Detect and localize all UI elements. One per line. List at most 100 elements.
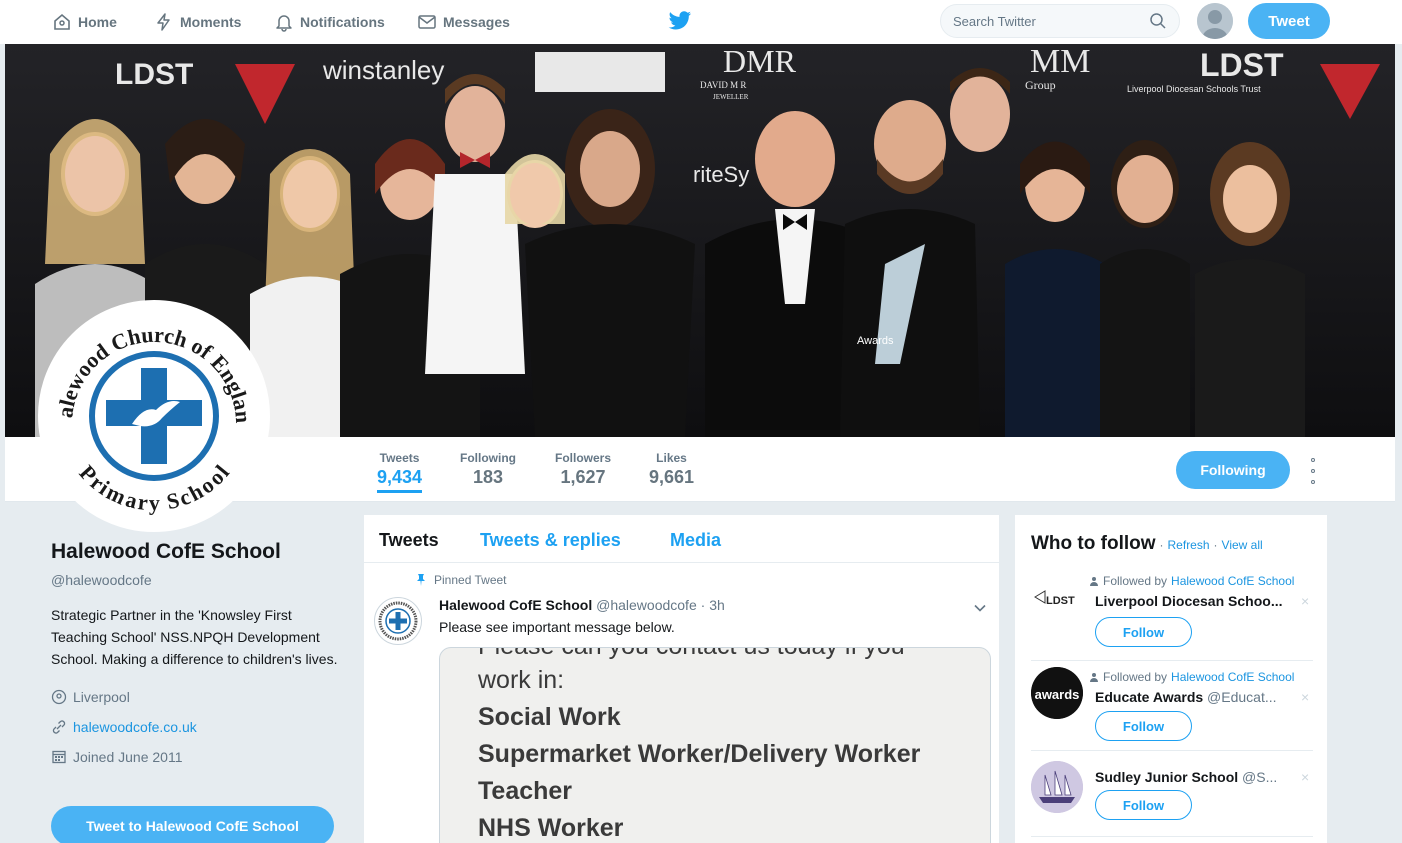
stat-likes-label: Likes [656,451,687,465]
account-avatar[interactable] [1197,3,1233,39]
tweet-timestamp[interactable]: · 3h [701,597,725,613]
nav-messages[interactable]: Messages [417,0,510,44]
nav-home[interactable]: Home [52,0,117,44]
tweet-text: Please see important message below. [439,619,675,635]
tweet-author-avatar[interactable] [374,597,422,645]
separator-dot: · [1159,538,1164,552]
who-to-follow-title: Who to follow [1031,533,1156,554]
link-icon [52,720,66,734]
who-to-follow-header: Who to follow · Refresh · View all [1031,533,1263,555]
profile-name[interactable]: Halewood CofE School [51,540,351,564]
pin-icon [417,574,425,586]
context-prefix: Followed by [1103,670,1168,684]
media-text-line: Social Work [478,703,621,731]
stat-likes[interactable]: Likes 9,661 [649,451,694,488]
search-icon[interactable] [1149,12,1167,30]
profile-card: Halewood CofE School @halewoodcofe Strat… [51,540,351,766]
tab-tweets-replies[interactable]: Tweets & replies [480,530,621,551]
profile-location: Liverpool [51,688,351,706]
separator-dot: · [1213,538,1218,552]
who-to-follow-panel: Who to follow · Refresh · View all LDST … [1014,514,1328,843]
svg-text:DMR: DMR [723,44,797,79]
suggestion-item: awards Followed by Halewood CofE School … [1031,667,1313,751]
suggestion-display-name[interactable]: Liverpool Diocesan Schoo... [1095,593,1282,609]
svg-text:awards: awards [1035,687,1080,702]
nav-messages-label: Messages [443,14,510,30]
person-icon [1090,673,1098,682]
suggestion-name[interactable]: Educate Awards @Educat... [1095,689,1305,705]
search-input[interactable] [953,13,1149,29]
tweet-header: Halewood CofE School @halewoodcofe · 3h [439,597,725,613]
profile-joined-text: Joined June 2011 [73,749,183,765]
nav-home-label: Home [78,14,117,30]
suggestion-name[interactable]: Liverpool Diocesan Schoo... [1095,593,1305,609]
tweet-to-button[interactable]: Tweet to Halewood CofE School [51,806,334,843]
view-all-link[interactable]: View all [1222,538,1263,552]
profile-avatar[interactable]: Halewood Church of England Primary Schoo… [35,286,270,532]
dismiss-icon[interactable]: × [1301,769,1309,785]
svg-text:riteSy: riteSy [693,162,749,187]
pinned-label: Pinned Tweet [416,573,507,587]
search-box[interactable] [940,4,1180,38]
educate-awards-logo: awards [1031,667,1083,719]
svg-text:Awards: Awards [857,335,894,347]
ldst-logo: LDST [1031,577,1083,629]
timeline: Tweets Tweets & replies Media Pinned Twe… [363,514,1000,843]
dismiss-icon[interactable]: × [1301,593,1309,609]
nav-moments-label: Moments [180,14,242,30]
timeline-tabs: Tweets Tweets & replies Media [364,515,999,563]
svg-text:MM: MM [1030,44,1090,80]
dismiss-icon[interactable]: × [1301,689,1309,705]
context-account[interactable]: Halewood CofE School [1171,574,1294,588]
suggestion-avatar[interactable]: awards [1031,667,1083,719]
chevron-down-icon[interactable] [973,601,987,615]
pinned-text: Pinned Tweet [434,573,507,587]
more-options-icon[interactable] [1307,458,1319,484]
suggestion-display-name[interactable]: Educate Awards [1095,689,1203,705]
media-text-line: Supermarket Worker/Delivery Worker [478,740,921,768]
refresh-link[interactable]: Refresh [1168,538,1210,552]
suggestion-handle[interactable]: @Educat... [1207,689,1276,705]
stat-following-label: Following [460,451,516,465]
tweet-author-handle[interactable]: @halewoodcofe [596,597,697,613]
svg-text:winstanley: winstanley [322,55,444,85]
default-avatar-icon [1197,3,1233,39]
tweet-button[interactable]: Tweet [1248,3,1330,39]
profile-website-link[interactable]: halewoodcofe.co.uk [73,719,197,735]
suggestion-display-name[interactable]: Sudley Junior School [1095,769,1238,785]
nav-notifications-label: Notifications [300,14,385,30]
nav-notifications[interactable]: Notifications [274,0,385,44]
suggestion-item: Sudley Junior School @S... × Follow [1031,757,1313,837]
follow-button[interactable]: Follow [1095,790,1192,820]
profile-website: halewoodcofe.co.uk [51,718,351,736]
calendar-icon [52,750,66,764]
location-pin-icon [51,689,67,705]
stat-tweets[interactable]: Tweets 9,434 [377,451,423,493]
suggestion-avatar[interactable] [1031,761,1083,813]
stat-followers-value: 1,627 [560,467,606,487]
context-prefix: Followed by [1103,574,1168,588]
follow-button[interactable]: Follow [1095,711,1192,741]
follow-button[interactable]: Follow [1095,617,1192,647]
tweet-author-name[interactable]: Halewood CofE School [439,597,592,613]
stat-followers[interactable]: Followers 1,627 [555,451,611,488]
person-icon [1090,577,1098,586]
profile-handle[interactable]: @halewoodcofe [51,572,351,588]
tab-media[interactable]: Media [670,530,721,551]
tab-tweets[interactable]: Tweets [379,530,439,551]
media-text-line: Please can you contact us today if you [478,648,905,661]
suggestion-handle[interactable]: @S... [1242,769,1277,785]
stat-following[interactable]: Following 183 [460,451,516,488]
profile-location-text: Liverpool [73,689,130,705]
suggestion-avatar[interactable]: LDST [1031,577,1083,629]
twitter-bird-icon[interactable] [668,10,692,32]
following-button[interactable]: Following [1176,451,1290,489]
context-account[interactable]: Halewood CofE School [1171,670,1294,684]
suggestion-name[interactable]: Sudley Junior School @S... [1095,769,1305,785]
stat-likes-value: 9,661 [649,467,695,487]
suggestion-context: Followed by Halewood CofE School [1089,574,1294,588]
nav-moments[interactable]: Moments [154,0,241,44]
tweet-media-image[interactable]: Please can you contact us today if you w… [439,647,991,843]
profile-bio: Strategic Partner in the 'Knowsley First… [51,607,338,667]
sudley-logo [1031,761,1083,813]
